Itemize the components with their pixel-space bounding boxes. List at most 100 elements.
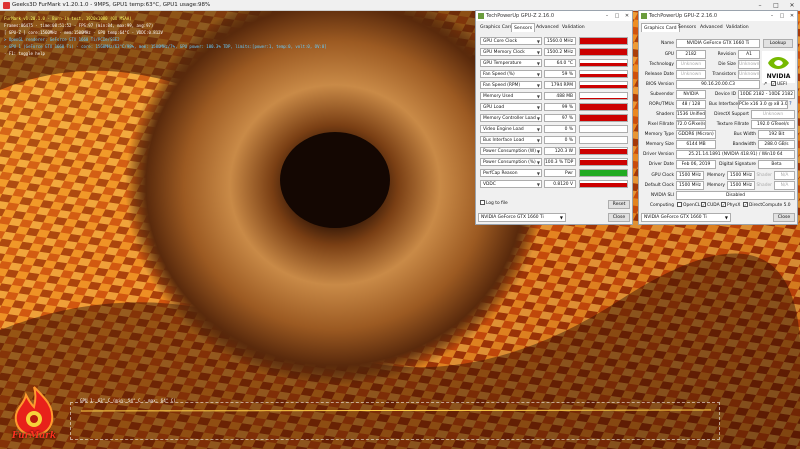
sensor-label: Video Engine Load — [483, 127, 524, 132]
sensor-label-dropdown[interactable]: GPU Temperature ▼ — [480, 59, 542, 67]
sensor-label: Power Consumption (W) — [483, 149, 536, 154]
gpuz-app-icon — [478, 13, 484, 19]
sensor-row: Video Engine Load ▼ 0 % — [480, 124, 628, 134]
name-field: NVIDIA GeForce GTX 1660 Ti — [676, 39, 760, 48]
sensor-graph — [579, 136, 628, 144]
sensor-label-dropdown[interactable]: GPU Memory Clock ▼ — [480, 48, 542, 56]
gpu-temperature-graph — [70, 402, 720, 440]
tab-graphics-card[interactable]: Graphics Card — [641, 23, 680, 32]
sensor-value: 59 % — [544, 70, 576, 78]
chevron-down-icon: ▼ — [536, 105, 540, 110]
sensor-row: Fan Speed (%) ▼ 59 % — [480, 69, 628, 79]
sensor-label: Memory Controller Load — [483, 116, 536, 121]
revision-label: Revision — [717, 52, 736, 57]
rops-tmus-label: ROPs/TMUs — [649, 102, 674, 107]
sensor-label: GPU Temperature — [483, 61, 522, 66]
gpu-select-dropdown[interactable]: NVIDIA GeForce GTX 1660 Ti ▼ — [478, 213, 566, 222]
sensor-graph — [579, 114, 628, 122]
directcompute-label: DirectCompute 5.0 — [749, 203, 791, 208]
computing-physx: ✓ PhysX — [721, 201, 740, 210]
sensor-graph — [579, 158, 628, 166]
nvidia-logo: NVIDIA — [762, 51, 795, 83]
gpu-select-dropdown[interactable]: NVIDIA GeForce GTX 1660 Ti ▼ — [641, 213, 731, 222]
sensor-row: GPU Core Clock ▼ 1560.0 MHz — [480, 36, 628, 46]
close-button[interactable]: Close — [773, 213, 795, 222]
opencl-label: OpenCL — [683, 203, 701, 208]
cuda-label: CUDA — [707, 203, 720, 208]
tab-sensors[interactable]: Sensors — [511, 23, 536, 32]
minimize-icon[interactable]: – — [602, 11, 612, 21]
sensor-label-dropdown[interactable]: Memory Controller Load ▼ — [480, 114, 542, 122]
computing-label: Computing — [649, 203, 674, 208]
sensor-graph-fill — [580, 49, 627, 55]
bios-version-label: BIOS Version — [645, 82, 674, 87]
maximize-icon[interactable]: □ — [777, 11, 787, 21]
tab-advanced[interactable]: Advanced — [534, 23, 561, 32]
tab-validation[interactable]: Validation — [560, 23, 587, 32]
default-memory-label: Memory — [707, 183, 725, 188]
tab-graphics-card[interactable]: Graphics Card — [478, 23, 515, 32]
chevron-down-icon: ▼ — [536, 61, 540, 66]
tab-advanced[interactable]: Advanced — [698, 23, 725, 32]
sensor-value: 0 % — [544, 136, 576, 144]
log-to-file-label: Log to file — [486, 201, 508, 206]
bus-interface-label: Bus Interface — [709, 102, 739, 107]
sensor-label-dropdown[interactable]: Fan Speed (%) ▼ — [480, 70, 542, 78]
sensor-value: 0 % — [544, 125, 576, 133]
sensor-value: 100.3 % TDP — [544, 158, 576, 166]
sensor-row: Power Consumption (W) ▼ 120.3 W — [480, 146, 628, 156]
tab-sensors[interactable]: Sensors — [676, 23, 698, 32]
gpuz-app-icon — [641, 13, 647, 19]
gpuz-card-title-bar: TechPowerUp GPU-Z 2.16.0 – □ ✕ — [639, 11, 797, 21]
sensor-graph-fill — [580, 148, 627, 154]
sensor-label-dropdown[interactable]: GPU Load ▼ — [480, 103, 542, 111]
sensor-graph-fill — [580, 104, 627, 110]
default-clock-field: 1500 MHz — [676, 181, 704, 190]
texture-fillrate-field: 192.0 GTexel/s — [751, 120, 795, 129]
texture-fillrate-label: Texture Fillrate — [716, 122, 749, 127]
chevron-down-icon: ▼ — [536, 127, 540, 132]
sensor-row: GPU Memory Clock ▼ 1500.2 MHz — [480, 47, 628, 57]
tab-validation[interactable]: Validation — [724, 23, 751, 32]
sensor-label-dropdown[interactable]: Power Consumption (W) ▼ — [480, 147, 542, 155]
sensor-graph — [579, 48, 628, 56]
maximize-icon[interactable]: □ — [612, 11, 622, 21]
sensor-label-dropdown[interactable]: PerfCap Reason ▼ — [480, 169, 542, 177]
sensor-label: GPU Core Clock — [483, 39, 518, 44]
reset-button[interactable]: Reset — [608, 200, 630, 209]
computing-cuda: ✓ CUDA — [701, 201, 720, 210]
lookup-button[interactable]: Lookup — [763, 39, 793, 48]
driver-version-label: Driver Version — [642, 152, 674, 157]
chevron-down-icon: ▼ — [536, 94, 540, 99]
technology-label: Technology — [649, 62, 674, 67]
bus-width-label: Bus Width — [733, 132, 756, 137]
release-date-field: Unknown — [676, 70, 706, 79]
sensor-label-dropdown[interactable]: Power Consumption (%) ▼ — [480, 158, 542, 166]
sensor-graph-fill — [580, 182, 627, 187]
close-icon[interactable]: ✕ — [787, 11, 797, 21]
sensor-label-dropdown[interactable]: Bus Interface Load ▼ — [480, 136, 542, 144]
chevron-down-icon: ▼ — [536, 138, 540, 143]
checkbox-icon[interactable] — [480, 200, 485, 205]
sensor-label-dropdown[interactable]: Video Engine Load ▼ — [480, 125, 542, 133]
share-icon[interactable]: ↗ — [763, 81, 767, 87]
sensor-label-dropdown[interactable]: GPU Core Clock ▼ — [480, 37, 542, 45]
sensor-row: Bus Interface Load ▼ 0 % — [480, 135, 628, 145]
bios-version-field: 90.16.20.00.C3 — [676, 80, 760, 89]
sensor-label-dropdown[interactable]: Memory Used ▼ — [480, 92, 542, 100]
minimize-icon[interactable]: – — [767, 11, 777, 21]
gpu-select-value: NVIDIA GeForce GTX 1660 Ti — [644, 215, 707, 220]
sensor-value: 99 % — [544, 103, 576, 111]
release-date-label: Release Date — [644, 72, 674, 77]
sensor-value: 0.8120 V — [544, 180, 576, 188]
sensor-label-dropdown[interactable]: VDDC ▼ — [480, 180, 542, 188]
uefi-label: UEFI — [777, 82, 787, 87]
close-button[interactable]: Close — [608, 213, 630, 222]
digital-signature-label: Digital Signature — [719, 162, 756, 167]
gpu-label: GPU — [664, 52, 674, 57]
sensor-label-dropdown[interactable]: Fan Speed (RPM) ▼ — [480, 81, 542, 89]
help-icon[interactable]: ? — [789, 101, 792, 107]
memory-clock-field: 1500 MHz — [727, 171, 755, 180]
close-icon[interactable]: ✕ — [622, 11, 632, 21]
log-to-file-checkbox[interactable]: Log to file — [480, 199, 508, 208]
